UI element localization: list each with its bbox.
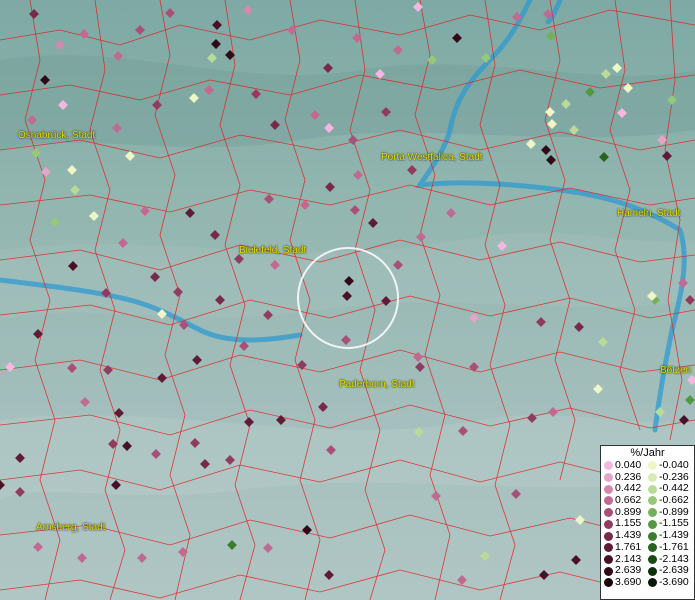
legend-swatch-positive: [604, 554, 613, 564]
legend-swatch-negative: [648, 473, 657, 483]
legend-swatch-positive: [604, 484, 613, 494]
map-canvas[interactable]: [0, 0, 695, 600]
legend-value-negative: -3.690: [659, 575, 689, 588]
city-label-bielefeld: Bielefeld, Stadt: [239, 245, 307, 256]
legend-value-negative: -0.662: [659, 494, 689, 507]
legend-swatch-negative: [648, 554, 657, 564]
legend-swatch-negative: [648, 519, 657, 529]
legend-swatch-positive: [604, 543, 613, 553]
legend-swatch-positive: [604, 578, 613, 588]
legend-swatch-negative: [648, 543, 657, 553]
legend-swatch-negative: [648, 496, 657, 506]
city-label-boetzen: Bötzen: [660, 365, 692, 376]
legend-swatch-negative: [648, 484, 657, 494]
city-label-porta-westfalica: Porta Westfalica, Stadt: [381, 152, 483, 163]
legend-swatch-positive: [604, 531, 613, 541]
legend-row: 1.761 -1.761: [601, 540, 694, 554]
city-label-paderborn: Paderborn, Stadt: [339, 379, 415, 390]
legend-value-negative: -0.040: [659, 459, 689, 471]
legend-value-positive: 1.761: [615, 540, 642, 553]
legend-swatch-negative: [648, 566, 657, 576]
legend-swatch-negative: [648, 578, 657, 588]
city-label-osnabrueck: Osnabrück, Stadt: [18, 130, 96, 141]
legend-value-positive: 0.662: [615, 494, 642, 507]
legend-swatch-negative: [648, 508, 657, 518]
legend-value-positive: 0.040: [615, 459, 642, 471]
legend-row: 0.662 -0.662: [601, 494, 694, 507]
legend-title: %/Jahr: [630, 447, 665, 459]
legend-value-negative: -1.761: [659, 540, 689, 553]
legend: %/Jahr 0.040 -0.040 0.236 -0.236 0.442 -0.442…: [600, 445, 695, 600]
legend-swatch-negative: [648, 531, 657, 541]
legend-swatch-positive: [604, 566, 613, 576]
legend-swatch-positive: [604, 496, 613, 506]
city-label-arnsberg: Arnsberg, Stadt: [36, 522, 106, 533]
legend-swatch-positive: [604, 508, 613, 518]
city-label-hameln: Hameln, Stadt: [617, 208, 681, 219]
legend-swatch-positive: [604, 519, 613, 529]
legend-row: 0.040 -0.040: [601, 459, 694, 472]
legend-swatch-positive: [604, 461, 613, 471]
legend-swatch-negative: [648, 461, 657, 471]
legend-swatch-positive: [604, 473, 613, 483]
legend-value-positive: 3.690: [615, 575, 642, 588]
legend-row: 3.690 -3.690: [601, 575, 694, 589]
